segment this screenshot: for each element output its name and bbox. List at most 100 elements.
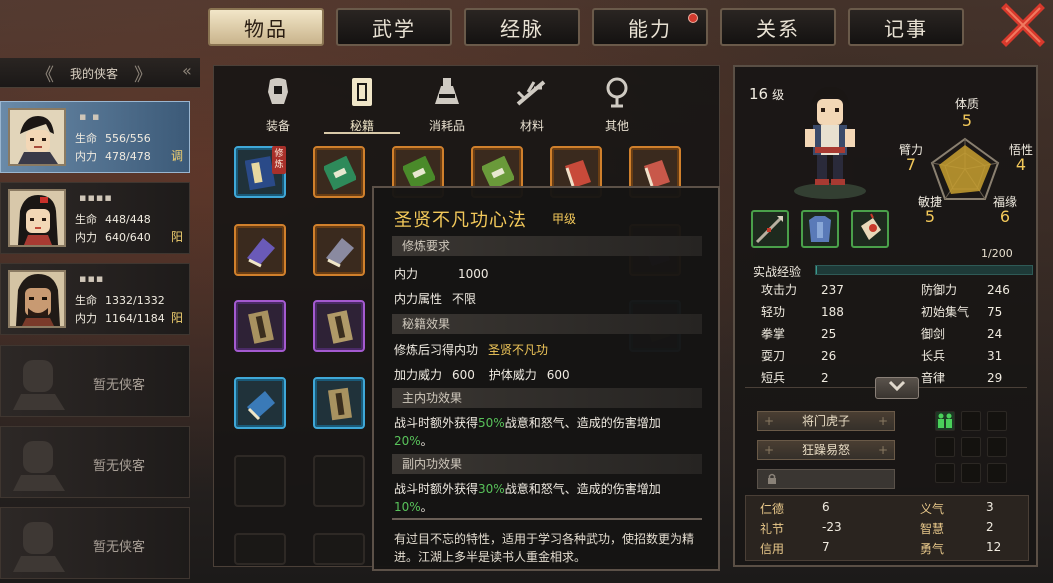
inventory-slot[interactable]: 修炼 <box>234 146 286 198</box>
formation-slot[interactable] <box>961 437 981 457</box>
exp-bar <box>815 265 1033 275</box>
active-category-underline <box>324 132 400 134</box>
formation-slot-occupied[interactable] <box>935 411 955 431</box>
empty-hero-slot: 暂无侠客 <box>0 507 190 579</box>
category-label: 装备 <box>265 119 290 133</box>
moral-label: 仁德 <box>760 502 785 516</box>
spear-icon <box>755 216 783 244</box>
formation-slot[interactable] <box>987 411 1007 431</box>
trait-slot[interactable]: + 将门虎子 + <box>757 411 895 431</box>
moral-value: 3 <box>986 500 994 514</box>
category-tab-consumables[interactable]: 消耗品 <box>417 76 477 134</box>
roster-collapse-icon[interactable]: « <box>182 61 192 80</box>
hero-mode-badge: 阳 <box>170 311 183 325</box>
tab-label: 武学 <box>372 16 416 41</box>
inventory-slot-empty[interactable] <box>234 533 286 565</box>
book-icon <box>565 160 591 188</box>
formation-slot[interactable] <box>961 411 981 431</box>
moral-label: 礼节 <box>760 522 785 536</box>
equip-slot-armor[interactable] <box>801 210 839 248</box>
hero-card[interactable]: ▪ ▪ 生命 556/556 内力 478/478 调 <box>0 101 190 173</box>
hero-hp: 生命 448/448 <box>75 213 151 226</box>
tab-martial-arts[interactable]: 武学 <box>336 8 452 46</box>
lock-icon <box>768 473 776 484</box>
inventory-slot[interactable] <box>234 224 286 276</box>
item-tooltip: 圣贤不凡功心法 甲级 修炼要求 内力 1000 内力属性 不限 秘籍效果 修炼后习得… <box>372 186 720 571</box>
hero-name: ▪ ▪ <box>79 110 101 123</box>
inventory-slot-empty[interactable] <box>234 455 286 507</box>
sub-effect-text: 战斗时额外获得30%战意和怒气、造成的伤害增加 10%。 <box>394 482 661 514</box>
item-title: 圣贤不凡功心法 <box>394 210 527 231</box>
moral-value: 7 <box>822 540 830 554</box>
attr-minjie-value: 5 <box>924 207 936 226</box>
hero-card[interactable]: ▪▪▪ 生命 1332/1332 内力 1164/1184 阳 <box>0 263 190 335</box>
tab-relations[interactable]: 关系 <box>720 8 836 46</box>
trait-slot-locked[interactable] <box>757 469 895 489</box>
equip-slot-accessory[interactable] <box>851 210 889 248</box>
tab-meridians[interactable]: 经脉 <box>464 8 580 46</box>
moral-label: 智慧 <box>920 522 945 536</box>
character-sprite <box>794 87 866 199</box>
hero-mp: 内力 478/478 <box>75 150 151 163</box>
req-attr-row: 内力属性 不限 <box>394 292 477 306</box>
empty-slot-label: 暂无侠客 <box>93 459 146 474</box>
book-icon <box>482 156 514 190</box>
hero-card[interactable]: ▪▪▪▪ 生命 448/448 内力 640/640 阳 <box>0 182 190 254</box>
formation-slot[interactable] <box>987 463 1007 483</box>
close-icon <box>1001 3 1045 47</box>
moral-label: 义气 <box>920 502 945 516</box>
roster-prev-arrow-icon[interactable]: 《 <box>36 61 54 87</box>
attr-tizhi-label: 体质 <box>954 97 979 111</box>
category-tab-other[interactable]: 其他 <box>587 76 647 134</box>
category-tab-materials[interactable]: 材料 <box>502 76 562 134</box>
inventory-slot[interactable] <box>313 224 365 276</box>
tab-label: 关系 <box>756 16 800 41</box>
exp-label: 实战经验 <box>753 265 802 279</box>
category-tab-scrolls[interactable]: 秘籍 <box>332 76 392 134</box>
moral-value: 12 <box>986 540 1002 554</box>
chevron-down-icon <box>888 380 906 392</box>
stat-row: 拳掌 25 <box>761 327 837 341</box>
moral-value: 2 <box>986 520 994 534</box>
formation-slot[interactable] <box>987 437 1007 457</box>
notification-dot <box>688 13 698 23</box>
inventory-slot[interactable] <box>234 300 286 352</box>
tab-label: 物品 <box>244 16 288 41</box>
inventory-slot-empty[interactable] <box>313 455 365 507</box>
empty-hero-slot: 暂无侠客 <box>0 345 190 417</box>
moral-value: -23 <box>822 520 842 534</box>
attr-tizhi-value: 5 <box>961 111 973 130</box>
hero-portrait <box>8 108 66 166</box>
tab-label: 记事 <box>884 16 928 41</box>
tab-items[interactable]: 物品 <box>208 8 324 46</box>
moral-label: 信用 <box>760 542 785 556</box>
stat-row: 御剑 24 <box>921 327 1003 341</box>
hero-name: ▪▪▪▪ <box>79 191 113 204</box>
roster-next-arrow-icon[interactable]: 》 <box>134 61 152 87</box>
hero-mode-badge: 阳 <box>170 230 183 244</box>
category-tab-equipment[interactable]: 装备 <box>248 76 308 134</box>
hero-name: ▪▪▪ <box>79 272 105 285</box>
section-main-effect: 主内功效果 <box>392 388 702 408</box>
empty-hero-slot: 暂无侠客 <box>0 426 190 498</box>
section-requirements: 修炼要求 <box>392 236 702 256</box>
book-icon <box>327 310 353 344</box>
inventory-slot[interactable] <box>313 300 365 352</box>
formation-slot[interactable] <box>961 463 981 483</box>
inventory-slot[interactable] <box>313 377 365 429</box>
hero-portrait <box>8 189 66 247</box>
stat-row: 短兵 2 <box>761 371 829 385</box>
tab-journal[interactable]: 记事 <box>848 8 964 46</box>
formation-slot[interactable] <box>935 463 955 483</box>
inventory-slot[interactable] <box>234 377 286 429</box>
expand-stats-button[interactable] <box>875 377 919 399</box>
formation-slot[interactable] <box>935 437 955 457</box>
roster-title: 我的侠客 <box>70 67 119 81</box>
trait-slot[interactable]: + 狂躁易怒 + <box>757 440 895 460</box>
equip-slot-weapon[interactable] <box>751 210 789 248</box>
inventory-slot[interactable] <box>313 146 365 198</box>
inventory-slot-empty[interactable] <box>313 533 365 565</box>
tab-abilities[interactable]: 能力 <box>592 8 708 46</box>
close-button[interactable] <box>1000 3 1046 47</box>
book-icon <box>324 156 356 190</box>
